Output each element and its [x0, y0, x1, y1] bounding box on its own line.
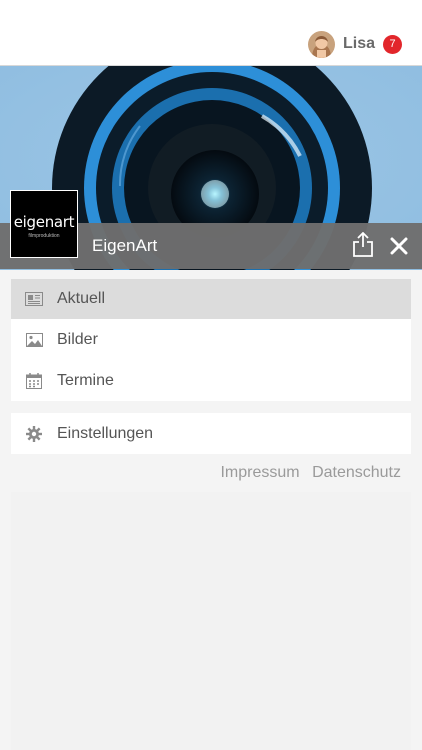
menu-item-label: Termine — [57, 371, 114, 389]
footer-links: Impressum Datenschutz — [212, 464, 401, 482]
menu-item-label: Aktuell — [57, 290, 106, 307]
menu-item-bilder[interactable]: Bilder — [11, 319, 411, 360]
brand-logo: eigenart filmproduktion — [10, 190, 78, 258]
page-title: EigenArt — [92, 236, 158, 255]
datenschutz-link[interactable]: Datenschutz — [312, 464, 401, 481]
news-icon — [25, 290, 43, 308]
menu-item-einstellungen[interactable]: Einstellungen — [11, 413, 411, 454]
top-bar: Lisa 7 — [0, 0, 422, 66]
close-button[interactable] — [388, 235, 410, 257]
menu-item-label: Einstellungen — [57, 424, 154, 442]
empty-content-panel — [11, 492, 411, 750]
calendar-icon — [25, 372, 43, 390]
menu-item-termine[interactable]: Termine — [11, 360, 411, 401]
user-name[interactable]: Lisa — [343, 35, 375, 53]
main-menu: Aktuell Bilder Termine — [11, 279, 411, 401]
menu-item-aktuell[interactable]: Aktuell — [11, 279, 411, 319]
user-avatar[interactable] — [307, 30, 335, 58]
gear-icon — [25, 425, 43, 443]
share-button[interactable] — [351, 231, 375, 259]
logo-subtext: filmproduktion — [28, 233, 60, 239]
menu-item-label: Bilder — [57, 330, 98, 348]
share-icon — [353, 232, 373, 257]
notification-badge[interactable]: 7 — [383, 34, 402, 54]
impressum-link[interactable]: Impressum — [220, 464, 299, 481]
logo-text: eigenart — [13, 213, 75, 231]
settings-menu: Einstellungen — [11, 413, 411, 454]
image-icon — [25, 331, 43, 349]
user-menu[interactable]: Lisa 7 — [307, 30, 402, 58]
close-icon — [390, 237, 408, 255]
